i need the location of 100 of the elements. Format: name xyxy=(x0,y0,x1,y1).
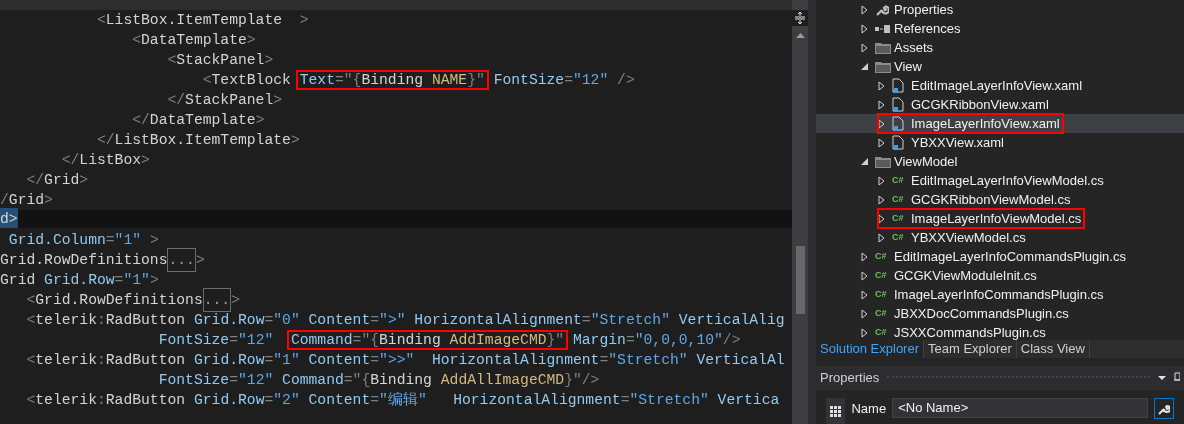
file-icon xyxy=(892,78,904,93)
code-element: Grid xyxy=(8,191,45,210)
code-punctuation: : xyxy=(96,351,106,370)
collapsed-region[interactable]: ... xyxy=(167,248,196,273)
tree-item-label: YBXXView.xaml xyxy=(911,133,1004,152)
tree-item[interactable]: C# ImageLayerInfoViewModel.cs xyxy=(816,209,1184,228)
collapsed-icon[interactable] xyxy=(861,4,868,15)
collapsed-icon[interactable] xyxy=(861,42,868,53)
dropdown-icon[interactable] xyxy=(1158,376,1166,380)
tree-item[interactable]: Assets xyxy=(816,38,1184,57)
collapsed-icon[interactable] xyxy=(861,289,868,300)
csharp-icon: C# xyxy=(892,176,904,185)
code-element: DataTemplate xyxy=(141,31,247,50)
file-icon xyxy=(892,116,904,131)
code-binding: AddAllImageCMD xyxy=(440,371,565,390)
code-value: "2" xyxy=(273,391,300,410)
splitter-icon[interactable] xyxy=(792,10,808,26)
collapsed-icon[interactable] xyxy=(878,99,885,110)
code-punctuation: < xyxy=(25,391,36,410)
code-element: ListBox xyxy=(79,151,142,170)
tree-item-label: EditImageLayerInfoView.xaml xyxy=(911,76,1083,95)
code-attribute: Grid.Row xyxy=(192,391,265,410)
collapsed-icon[interactable] xyxy=(878,213,885,224)
tree-item[interactable]: ViewModel xyxy=(816,152,1184,171)
collapsed-icon[interactable] xyxy=(878,194,885,205)
code-punctuation: = xyxy=(370,391,380,410)
code-punctuation: ="{ xyxy=(352,332,380,348)
collapsed-icon[interactable] xyxy=(878,232,885,243)
tree-item[interactable]: GCGKRibbonView.xaml xyxy=(816,95,1184,114)
panel-tab[interactable]: Class View xyxy=(1016,340,1090,358)
code-punctuation: </ xyxy=(95,131,115,150)
collapsed-icon[interactable] xyxy=(861,270,868,281)
code-punctuation: > xyxy=(44,191,53,210)
code-value: "0" xyxy=(273,311,300,330)
tree-item[interactable]: C# GCGKRibbonViewModel.cs xyxy=(816,190,1184,209)
code-element: RadButton xyxy=(105,351,186,370)
code-punctuation: < xyxy=(95,11,106,30)
code-punctuation: ="{ xyxy=(334,72,362,88)
code-punctuation: = xyxy=(114,271,124,290)
name-field[interactable]: <No Name> xyxy=(892,398,1149,418)
csharp-icon: C# xyxy=(892,195,904,204)
scrollbar-thumb[interactable] xyxy=(795,246,805,314)
code-punctuation: }" xyxy=(546,332,565,348)
folder-icon xyxy=(875,41,891,54)
code-attribute: Command xyxy=(290,332,353,348)
tree-item[interactable]: C# EditImageLayerInfoCommandsPlugin.cs xyxy=(816,247,1184,266)
tree-item[interactable]: View xyxy=(816,57,1184,76)
tree-item-label: View xyxy=(894,57,922,76)
scroll-up-icon[interactable] xyxy=(795,33,805,38)
tree-item-label: Assets xyxy=(894,38,933,57)
panel-tab[interactable]: Team Explorer xyxy=(924,340,1017,358)
collapsed-icon[interactable] xyxy=(861,251,868,262)
csharp-icon: C# xyxy=(875,271,887,280)
tree-item[interactable]: C# JSXXCommandsPlugin.cs xyxy=(816,323,1184,340)
code-attribute: Grid.Row xyxy=(192,351,265,370)
folder-icon xyxy=(875,155,891,168)
tree-item[interactable]: Properties xyxy=(816,0,1184,19)
tree-item[interactable]: ImageLayerInfoView.xaml xyxy=(816,114,1184,133)
collapsed-icon[interactable] xyxy=(878,118,885,129)
collapsed-icon[interactable] xyxy=(878,175,885,186)
expanded-icon[interactable] xyxy=(861,63,868,70)
code-element: telerik xyxy=(35,391,97,410)
code-punctuation: > xyxy=(149,271,159,290)
code-element: telerik xyxy=(35,311,97,330)
code-punctuation: > xyxy=(231,291,240,310)
code-element: Grid.RowDefinitions xyxy=(35,291,203,310)
collapsed-icon[interactable] xyxy=(878,137,885,148)
code-punctuation: : xyxy=(96,391,106,410)
code-punctuation: /> xyxy=(616,71,635,90)
code-attribute: Text xyxy=(299,72,335,88)
code-attribute: Content xyxy=(307,351,371,370)
collapsed-icon[interactable] xyxy=(878,80,885,91)
tree-item[interactable]: YBXXView.xaml xyxy=(816,133,1184,152)
tree-item[interactable]: C# ImageLayerInfoCommandsPlugin.cs xyxy=(816,285,1184,304)
collapsed-region[interactable]: ... xyxy=(202,288,232,313)
tree-item[interactable]: C# YBXXViewModel.cs xyxy=(816,228,1184,247)
collapsed-icon[interactable] xyxy=(861,308,868,319)
collapsed-icon[interactable] xyxy=(861,23,868,34)
code-punctuation: > xyxy=(255,111,265,130)
tree-item-label: Properties xyxy=(894,0,954,19)
tree-item[interactable]: C# JBXXDocCommandsPlugin.cs xyxy=(816,304,1184,323)
code-punctuation: = xyxy=(625,331,635,350)
expanded-icon[interactable] xyxy=(861,158,868,165)
code-punctuation: = xyxy=(229,371,238,390)
tree-item-label: EditImageLayerInfoViewModel.cs xyxy=(911,171,1104,190)
grid-icon[interactable] xyxy=(826,398,846,424)
wrench-button[interactable] xyxy=(1154,398,1174,419)
code-attribute: Margin xyxy=(572,331,626,350)
code-punctuation: > xyxy=(290,131,300,150)
pin-icon[interactable] xyxy=(1174,372,1180,384)
tree-item[interactable]: C# EditImageLayerInfoViewModel.cs xyxy=(816,171,1184,190)
tree-item[interactable]: References xyxy=(816,19,1184,38)
tree-item[interactable]: C# GCGKViewModuleInit.cs xyxy=(816,266,1184,285)
code-element: RadButton xyxy=(105,391,186,410)
collapsed-icon[interactable] xyxy=(861,327,868,338)
panel-tab[interactable]: Solution Explorer xyxy=(816,340,924,358)
code-punctuation: = xyxy=(229,331,238,350)
tree-item[interactable]: EditImageLayerInfoView.xaml xyxy=(816,76,1184,95)
code-punctuation: / xyxy=(0,191,9,210)
code-punctuation: > xyxy=(148,231,159,250)
